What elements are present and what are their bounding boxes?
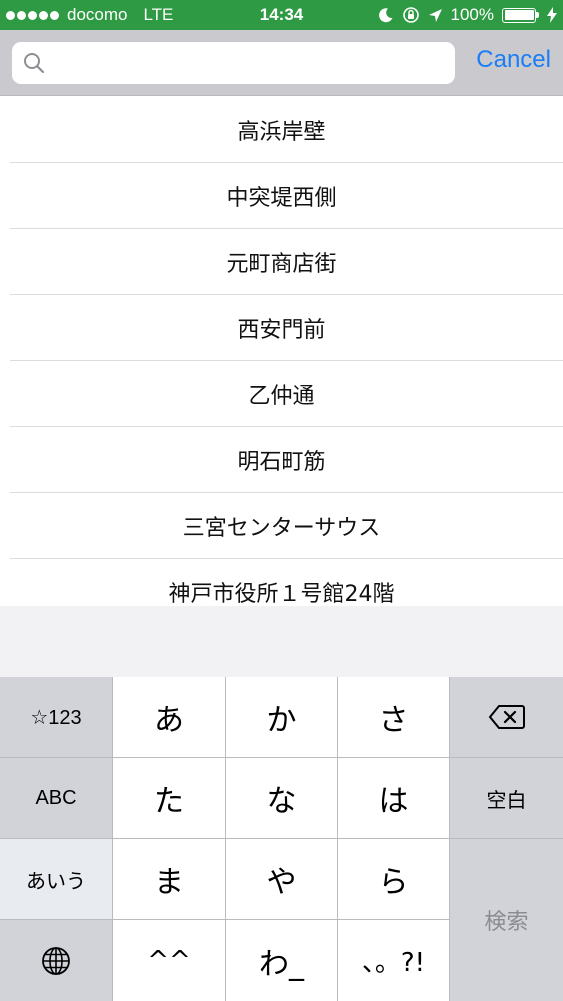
- cancel-button[interactable]: Cancel: [476, 46, 551, 80]
- moon-icon: [378, 8, 393, 23]
- space-key[interactable]: 空白: [450, 758, 563, 839]
- list-item[interactable]: 明石町筋: [0, 427, 563, 493]
- emoticon-key[interactable]: ^^: [113, 920, 226, 1001]
- kana-mode-key[interactable]: あいう: [0, 839, 113, 920]
- result-list: 高浜岸壁 中突堤西側 元町商店街 西安門前 乙仲通 明石町筋 三宮センターサウス…: [0, 97, 563, 606]
- delete-icon: [488, 705, 525, 729]
- status-bar: docomo LTE 14:34 100%: [0, 0, 563, 30]
- list-item[interactable]: 元町商店街: [0, 229, 563, 295]
- kana-key-ma[interactable]: ま: [113, 839, 226, 920]
- kana-key-ha[interactable]: は: [338, 758, 450, 839]
- charging-bolt-icon: [547, 7, 557, 23]
- abc-key[interactable]: ABC: [0, 758, 113, 839]
- kana-key-ya[interactable]: や: [226, 839, 338, 920]
- globe-key[interactable]: [0, 920, 113, 1001]
- list-item[interactable]: 西安門前: [0, 295, 563, 361]
- kana-key-ka[interactable]: か: [226, 677, 338, 758]
- kana-key-sa[interactable]: さ: [338, 677, 450, 758]
- kana-key-a[interactable]: あ: [113, 677, 226, 758]
- list-item[interactable]: 高浜岸壁: [0, 97, 563, 163]
- numbers-symbols-key[interactable]: ☆123: [0, 677, 113, 758]
- battery-percent: 100%: [450, 5, 494, 24]
- list-item[interactable]: 神戸市役所１号館24階: [0, 559, 563, 606]
- search-header: Cancel: [0, 30, 563, 96]
- search-key[interactable]: 検索: [450, 839, 563, 1001]
- keyboard-accessory-area: [0, 606, 563, 677]
- list-item[interactable]: 乙仲通: [0, 361, 563, 427]
- location-arrow-icon: [428, 8, 442, 22]
- japanese-kana-keyboard: ☆123 あ か さ ABC た な は 空白 あいう ま や ら 検索 ^^ …: [0, 677, 563, 1001]
- kana-key-wa[interactable]: わ_: [226, 920, 338, 1001]
- kana-key-ra[interactable]: ら: [338, 839, 450, 920]
- search-input[interactable]: [56, 42, 446, 84]
- delete-key[interactable]: [450, 677, 563, 758]
- punctuation-key[interactable]: 、。?!: [338, 920, 450, 1001]
- list-item[interactable]: 三宮センターサウス: [0, 493, 563, 559]
- list-item[interactable]: 中突堤西側: [0, 163, 563, 229]
- globe-icon: [42, 946, 70, 975]
- search-icon: [24, 53, 45, 74]
- kana-key-ta[interactable]: た: [113, 758, 226, 839]
- status-right: 100%: [378, 5, 557, 25]
- kana-key-na[interactable]: な: [226, 758, 338, 839]
- battery-icon: [502, 7, 539, 23]
- search-field[interactable]: [12, 42, 455, 84]
- orientation-lock-icon: [402, 7, 419, 23]
